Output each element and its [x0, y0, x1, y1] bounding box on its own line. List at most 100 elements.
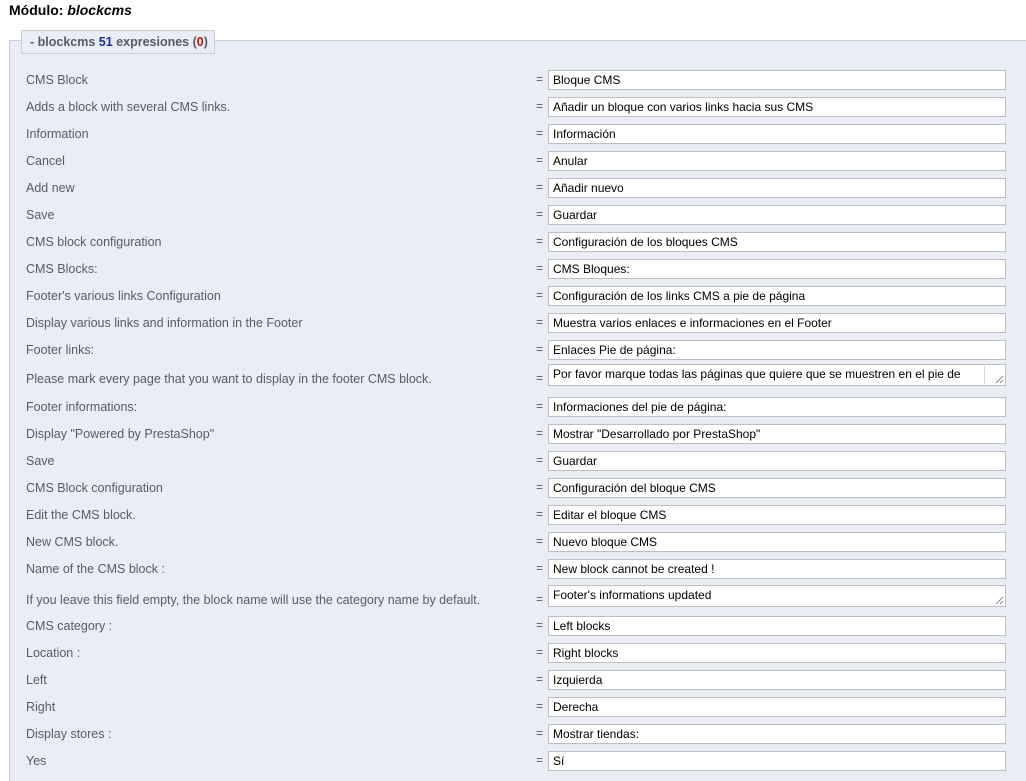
- source-string-label: Save: [26, 454, 55, 468]
- translation-value: Información: [553, 127, 616, 141]
- source-string-label: Add new: [26, 181, 75, 195]
- translation-value: Configuración de los bloques CMS: [553, 235, 738, 249]
- translation-row: Save = Guardar: [0, 204, 1026, 231]
- equals-sign: =: [536, 99, 544, 113]
- source-string-label: Yes: [26, 754, 47, 768]
- translation-input[interactable]: Guardar: [548, 451, 1006, 471]
- translation-input[interactable]: Añadir nuevo: [548, 178, 1006, 198]
- resize-handle-icon[interactable]: [995, 596, 1004, 605]
- translation-row: Footer links: = Enlaces Pie de página:: [0, 339, 1026, 366]
- equals-sign: =: [536, 480, 544, 494]
- translation-row: Left = Izquierda: [0, 669, 1026, 696]
- equals-sign: =: [536, 342, 544, 356]
- equals-sign: =: [536, 534, 544, 548]
- translation-input[interactable]: Bloque CMS: [548, 70, 1006, 90]
- translation-input[interactable]: Editar el bloque CMS: [548, 505, 1006, 525]
- source-string-label: CMS category :: [26, 619, 113, 633]
- translation-row: Cancel = Anular: [0, 150, 1026, 177]
- equals-sign: =: [536, 72, 544, 86]
- translation-row: Display stores : = Mostrar tiendas:: [0, 723, 1026, 750]
- translation-input[interactable]: Guardar: [548, 205, 1006, 225]
- translation-row: Display "Powered by PrestaShop" = Mostrar …: [0, 423, 1026, 450]
- translation-value: Anular: [553, 154, 588, 168]
- translation-input[interactable]: Configuración del bloque CMS: [548, 478, 1006, 498]
- translation-input[interactable]: Anular: [548, 151, 1006, 171]
- resize-handle-icon[interactable]: [995, 375, 1004, 384]
- translation-input[interactable]: Izquierda: [548, 670, 1006, 690]
- translation-input[interactable]: Derecha: [548, 697, 1006, 717]
- translation-row: Yes = Sí: [0, 750, 1026, 777]
- translation-row: CMS block configuration = Configuración de…: [0, 231, 1026, 258]
- translation-row: Location : = Right blocks: [0, 642, 1026, 669]
- translation-input[interactable]: CMS Bloques:: [548, 259, 1006, 279]
- textarea-scroll-divider: [984, 366, 985, 384]
- translation-input[interactable]: Left blocks: [548, 616, 1006, 636]
- translation-value: Mostrar tiendas:: [553, 727, 640, 741]
- translation-value: Informaciones del pie de página:: [553, 400, 727, 414]
- translation-input[interactable]: Right blocks: [548, 643, 1006, 663]
- translation-value: Right blocks: [553, 646, 619, 660]
- translation-value: Footer's informations updated: [553, 588, 712, 602]
- translation-row: CMS category : = Left blocks: [0, 615, 1026, 642]
- translation-row: CMS Block = Bloque CMS: [0, 69, 1026, 96]
- translation-row: Please mark every page that you want to …: [0, 364, 1026, 391]
- equals-sign: =: [536, 126, 544, 140]
- translation-input[interactable]: New block cannot be created !: [548, 559, 1006, 579]
- equals-sign: =: [536, 726, 544, 740]
- translation-input[interactable]: Configuración de los bloques CMS: [548, 232, 1006, 252]
- translation-value: Mostrar "Desarrollado por PrestaShop": [553, 427, 761, 441]
- source-string-label: Cancel: [26, 154, 65, 168]
- translation-input[interactable]: Nuevo bloque CMS: [548, 532, 1006, 552]
- translation-row: Name of the CMS block : = New block cannot…: [0, 558, 1026, 585]
- translation-input[interactable]: Sí: [548, 751, 1006, 771]
- translation-textarea[interactable]: Por favor marque todas las páginas que q…: [548, 364, 1006, 386]
- translation-row: Add new = Añadir nuevo: [0, 177, 1026, 204]
- source-string-label: CMS block configuration: [26, 235, 162, 249]
- translation-row: Information = Información: [0, 123, 1026, 150]
- translation-value: Enlaces Pie de página:: [553, 343, 676, 357]
- translation-value: CMS Bloques:: [553, 262, 630, 276]
- translation-value: Izquierda: [553, 673, 603, 687]
- equals-sign: =: [536, 371, 544, 385]
- module-title: Módulo: blockcms: [9, 2, 132, 18]
- missing-count: 0: [196, 35, 204, 49]
- fieldset-legend[interactable]: - blockcms 51 expresiones (0): [21, 30, 215, 54]
- source-string-label: CMS Block: [26, 73, 88, 87]
- equals-sign: =: [536, 645, 544, 659]
- equals-sign: =: [536, 753, 544, 767]
- translation-input[interactable]: Mostrar tiendas:: [548, 724, 1006, 744]
- translation-value: Configuración del bloque CMS: [553, 481, 716, 495]
- translation-input[interactable]: Informaciones del pie de página:: [548, 397, 1006, 417]
- equals-sign: =: [536, 699, 544, 713]
- source-string-label: Left: [26, 673, 47, 687]
- equals-sign: =: [536, 453, 544, 467]
- translation-row: New CMS block. = Nuevo bloque CMS: [0, 531, 1026, 558]
- source-string-label: Footer links:: [26, 343, 95, 357]
- translation-value: Guardar: [553, 208, 598, 222]
- equals-sign: =: [536, 618, 544, 632]
- source-string-label: CMS Block configuration: [26, 481, 163, 495]
- equals-sign: =: [536, 507, 544, 521]
- translation-input[interactable]: Configuración de los links CMS a pie de …: [548, 286, 1006, 306]
- translation-input[interactable]: Muestra varios enlaces e informaciones e…: [548, 313, 1006, 333]
- source-string-label: Display various links and information in…: [26, 316, 303, 330]
- translation-value: New block cannot be created !: [553, 562, 715, 576]
- source-string-label: Save: [26, 208, 55, 222]
- source-string-label: Edit the CMS block.: [26, 508, 136, 522]
- translation-row: CMS Blocks: = CMS Bloques:: [0, 258, 1026, 285]
- translation-input[interactable]: Mostrar "Desarrollado por PrestaShop": [548, 424, 1006, 444]
- translation-textarea[interactable]: Footer's informations updated: [548, 585, 1006, 607]
- source-string-label: Display stores :: [26, 727, 112, 741]
- module-title-prefix: Módulo:: [9, 2, 68, 18]
- translation-input[interactable]: Información: [548, 124, 1006, 144]
- translation-value: Sí: [553, 754, 565, 768]
- equals-sign: =: [536, 399, 544, 413]
- translation-value: Añadir nuevo: [553, 181, 624, 195]
- translation-input[interactable]: Añadir un bloque con varios links hacia …: [548, 97, 1006, 117]
- source-string-label: Footer informations:: [26, 400, 138, 414]
- legend-middle: expresiones (: [112, 35, 197, 49]
- source-string-label: Location :: [26, 646, 81, 660]
- translation-input[interactable]: Enlaces Pie de página:: [548, 340, 1006, 360]
- equals-sign: =: [536, 672, 544, 686]
- translation-row: CMS Block configuration = Configuración de…: [0, 477, 1026, 504]
